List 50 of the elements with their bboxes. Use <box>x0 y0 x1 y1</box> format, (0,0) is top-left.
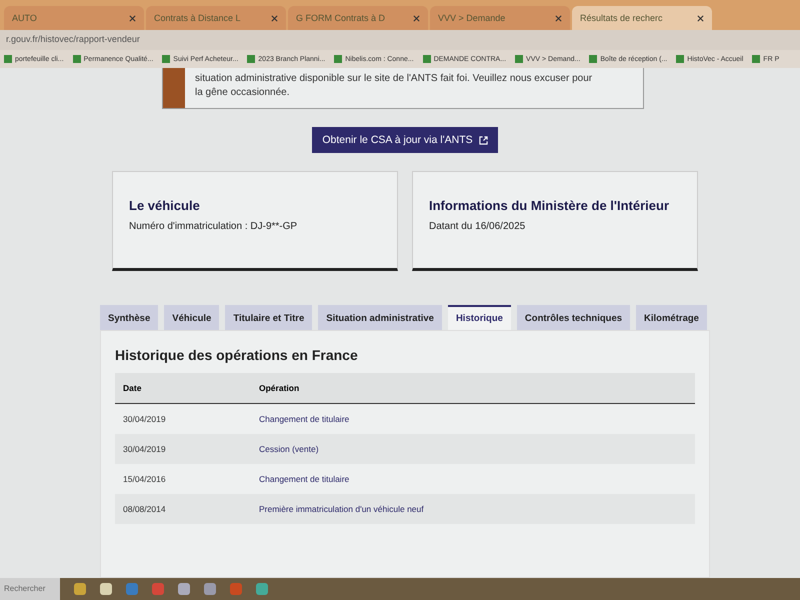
tab[interactable]: Véhicule <box>164 305 220 330</box>
close-icon[interactable] <box>413 14 420 22</box>
notice-text: la gêne occasionnée. <box>195 86 291 100</box>
bookmark-icon <box>589 55 598 63</box>
search-field[interactable]: Rechercher <box>0 578 60 600</box>
column-header: Opération <box>251 373 695 404</box>
app-icon[interactable] <box>100 583 112 595</box>
app-icon[interactable] <box>74 583 86 595</box>
bookmark-icon <box>515 55 524 63</box>
address-bar[interactable]: r.gouv.fr/histovec/rapport-vendeur <box>0 30 800 50</box>
bookmark-icon <box>4 55 12 63</box>
bookmark-icon <box>247 55 256 63</box>
tab[interactable]: Contrôles techniques <box>516 305 630 330</box>
csa-button[interactable]: Obtenir le CSA à jour via l'ANTS <box>312 127 498 153</box>
app-icon[interactable] <box>178 583 190 595</box>
tab[interactable]: Situation administrative <box>318 305 442 330</box>
card-title: Informations du Ministère de l'Intérieur <box>429 198 670 213</box>
bookmark-icon <box>422 55 431 63</box>
card-title: Le véhicule <box>129 198 201 213</box>
section-title: Historique des opérations en France <box>115 347 359 363</box>
close-icon[interactable] <box>697 14 704 22</box>
close-icon[interactable] <box>555 14 562 22</box>
bookmark-icon <box>72 55 81 63</box>
date-cell: 30/04/2019 <box>115 404 251 434</box>
bookmark-icon <box>752 55 760 63</box>
operation-cell: Cession (vente) <box>251 434 695 464</box>
operation-cell: Changement de titulaire <box>251 404 695 434</box>
operation-cell: Changement de titulaire <box>251 464 695 494</box>
browser-tab[interactable]: Résultats de recherc <box>572 6 712 30</box>
tab[interactable]: Synthèse <box>100 305 158 330</box>
date-cell: 08/08/2014 <box>115 494 251 524</box>
tab[interactable]: Historique <box>448 305 511 330</box>
bookmark-icon <box>334 55 342 63</box>
bookmark-icon <box>162 55 170 63</box>
column-header: Date <box>115 373 251 404</box>
card-text: Datant du 16/06/2025 <box>429 221 526 232</box>
bookmark-icon <box>676 55 684 63</box>
notice-stripe <box>163 68 185 108</box>
external-link-icon <box>478 136 488 144</box>
tab[interactable]: Titulaire et Titre <box>225 305 312 330</box>
close-icon[interactable] <box>271 14 278 22</box>
tab[interactable]: Kilométrage <box>636 305 707 330</box>
app-icon[interactable] <box>256 583 268 595</box>
operation-cell: Première immatriculation d'un véhicule neuf <box>251 494 695 524</box>
card-text: Numéro d'immatriculation : DJ-9**-GP <box>129 221 298 232</box>
date-cell: 30/04/2019 <box>115 434 251 464</box>
close-icon[interactable] <box>129 14 136 22</box>
notice-text: situation administrative disponible sur le site de l'ANTS fait foi. Veuillez nous excuser pour <box>195 72 592 86</box>
date-cell: 15/04/2016 <box>115 464 251 494</box>
app-icon[interactable] <box>204 583 216 595</box>
